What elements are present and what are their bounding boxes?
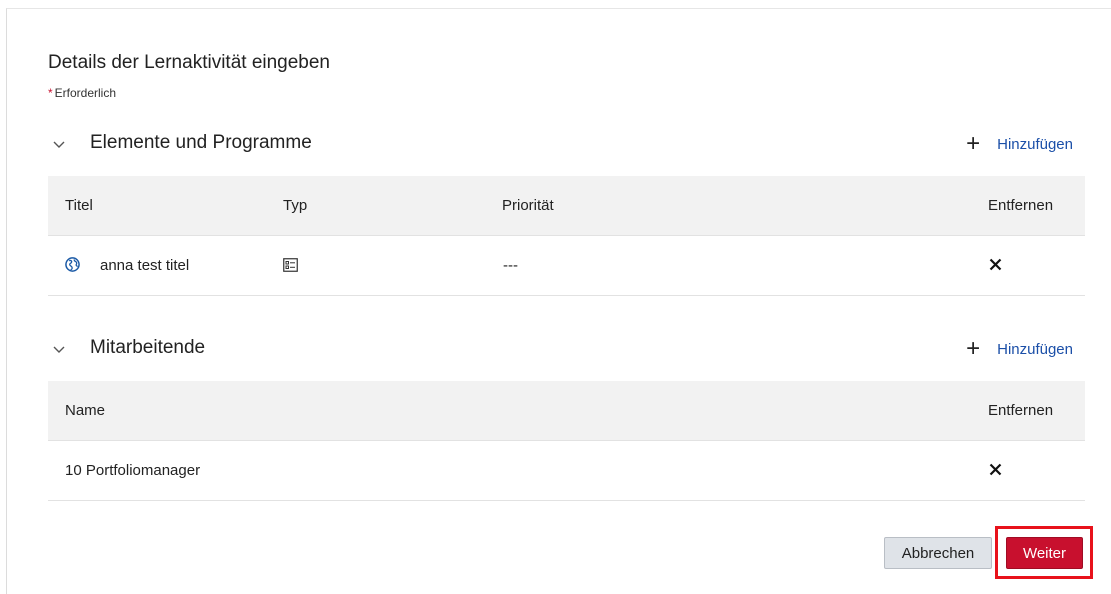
- employee-name: 10 Portfoliomanager: [65, 462, 201, 479]
- required-label: Erforderlich: [54, 86, 117, 100]
- main-panel: [6, 8, 1111, 594]
- column-header-priority[interactable]: Priorität: [502, 197, 554, 214]
- checklist-icon: [283, 258, 298, 272]
- column-header-title[interactable]: Titel: [65, 197, 93, 214]
- column-header-type[interactable]: Typ: [283, 197, 307, 214]
- column-header-remove: Entfernen: [988, 197, 1054, 214]
- items-section-title: Elemente und Programme: [90, 132, 312, 153]
- items-table: Titel Typ Priorität Entfernen anna test …: [48, 176, 1085, 296]
- column-header-remove: Entfernen: [988, 402, 1054, 419]
- table-row: 10 Portfoliomanager: [48, 441, 1085, 501]
- items-add-label: Hinzufügen: [997, 135, 1073, 153]
- close-icon[interactable]: [989, 463, 1002, 476]
- cancel-button[interactable]: Abbrechen: [884, 537, 992, 569]
- chevron-down-icon[interactable]: [52, 137, 66, 151]
- items-section-header: Elemente und Programme + Hinzufügen: [48, 129, 1085, 159]
- column-header-name[interactable]: Name: [65, 402, 105, 419]
- items-table-header: Titel Typ Priorität Entfernen: [48, 176, 1085, 236]
- item-priority: ---: [503, 257, 518, 274]
- employees-table: Name Entfernen 10 Portfoliomanager: [48, 381, 1085, 501]
- next-button[interactable]: Weiter: [1006, 537, 1083, 569]
- employees-add-label: Hinzufügen: [997, 340, 1073, 358]
- page-title: Details der Lernaktivität eingeben: [48, 52, 331, 73]
- plus-icon: +: [966, 335, 981, 362]
- item-title[interactable]: anna test titel: [100, 257, 189, 274]
- close-icon[interactable]: [989, 258, 1002, 271]
- table-row: anna test titel ---: [48, 236, 1085, 296]
- employees-add-button[interactable]: + Hinzufügen: [966, 336, 1073, 362]
- required-note: * Erforderlich: [48, 86, 116, 100]
- employees-section-title: Mitarbeitende: [90, 337, 206, 358]
- plus-icon: +: [966, 130, 981, 157]
- globe-icon: [65, 257, 80, 272]
- employees-section-header: Mitarbeitende + Hinzufügen: [48, 334, 1085, 364]
- chevron-down-icon[interactable]: [52, 342, 66, 356]
- items-add-button[interactable]: + Hinzufügen: [966, 131, 1073, 157]
- employees-table-header: Name Entfernen: [48, 381, 1085, 441]
- required-asterisk: *: [48, 86, 53, 100]
